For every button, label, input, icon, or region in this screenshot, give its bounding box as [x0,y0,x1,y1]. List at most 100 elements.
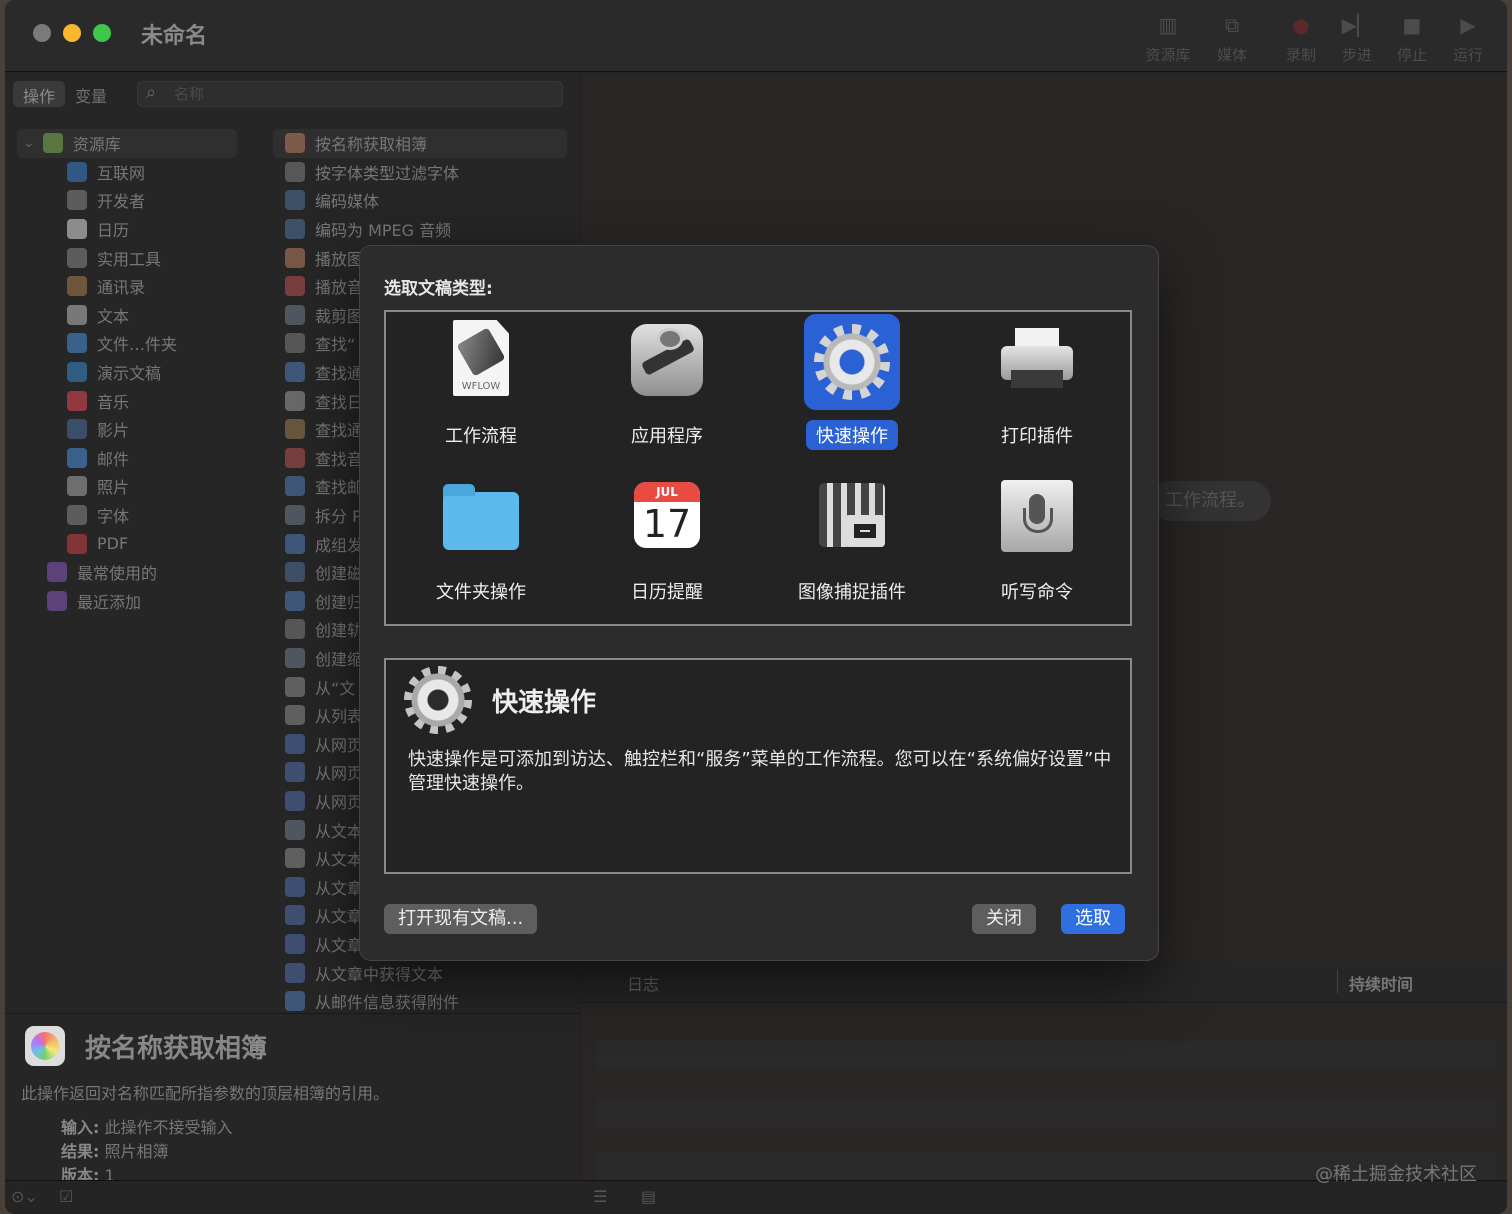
close-button[interactable]: 关闭 [972,904,1036,934]
action-item-label: 按名称获取相簿 [315,135,428,155]
choose-button[interactable]: 选取 [1061,904,1125,934]
action-item-label: 查找通 [315,364,364,384]
step-icon: ▶▏ [1341,13,1373,37]
split-view-icon[interactable]: ▤ [641,1187,656,1206]
action-item-label: 创建磁 [315,564,364,584]
type-label: 打印插件 [1001,426,1073,447]
minimize-window-button[interactable] [63,24,81,42]
calendar-month: JUL [634,482,700,502]
type-label: 应用程序 [631,426,703,447]
library-item-label: 通讯录 [97,278,146,298]
mail-icon [67,447,87,468]
duration-column-header[interactable]: 持续时间 [1349,971,1413,995]
toolbar-library-button[interactable]: ▥ 资源库 [1140,10,1196,65]
library-item[interactable]: 开发者 [17,186,237,215]
action-item[interactable]: 按字体类型过滤字体 [273,158,567,187]
library-item[interactable]: 影片 [17,415,237,444]
action-icon [285,533,305,554]
description-text: 此操作返回对名称匹配所指参数的顶层相簿的引用。 [21,1084,390,1103]
type-workflow[interactable]: WFLOW 工作流程 [388,314,574,450]
chevron-down-icon[interactable]: ⌄ [23,135,35,151]
action-item[interactable]: 编码媒体 [273,186,567,215]
type-calendar-alarm[interactable]: JUL 17 日历提醒 [574,470,760,606]
more-options-icon[interactable]: ⊙⌄ [11,1187,38,1206]
action-item[interactable]: 从文章中获得文本 [273,958,567,987]
toolbar-stop-button[interactable]: ■ 停止 [1384,10,1440,65]
action-item-label: 从文章 [315,878,364,898]
toolbar-record-label: 录制 [1285,46,1316,64]
microphone-icon [989,470,1085,566]
tools-icon [67,247,87,268]
action-icon [285,790,305,811]
action-icon [285,133,305,154]
library-item-label: 开发者 [97,192,146,212]
library-item-label: 文件…件夹 [97,335,178,355]
action-icon [285,562,305,583]
search-icon: ⌕ [146,82,157,103]
open-existing-document-button[interactable]: 打开现有文稿... [384,904,538,934]
search-input[interactable] [174,84,554,104]
action-item-label: 播放图 [315,249,364,269]
close-window-button[interactable] [33,24,51,42]
toolbar-run-button[interactable]: ▶ 运行 [1440,10,1496,65]
action-icon [285,362,305,383]
library-item[interactable]: 字体 [17,501,237,530]
library-item[interactable]: 互联网 [17,158,237,187]
action-item-label: 查找邮 [315,478,364,498]
type-print-plugin[interactable]: 打印插件 [944,314,1130,450]
library-item[interactable]: 音乐 [17,386,237,415]
stop-icon: ■ [1402,13,1422,37]
library-list: ⌄ 资源库互联网开发者日历 实用工具通讯录文本文件…件夹演示文稿 音乐 影片 邮件 照片 字体… [17,129,237,615]
action-item-label: 从文章中获得文本 [315,964,444,984]
action-item-label: 查找通 [315,421,364,441]
action-icon [285,848,305,869]
type-folder-action[interactable]: 文件夹操作 [388,470,574,606]
library-item[interactable]: PDF [17,529,237,558]
library-item[interactable]: 照片 [17,472,237,501]
action-icon [285,476,305,497]
action-item-label: 创建缩 [315,649,364,669]
toolbar-stop-label: 停止 [1396,46,1427,64]
type-dictation-command[interactable]: 听写命令 [944,470,1130,606]
action-icon [285,733,305,754]
library-item[interactable]: 日历 [17,215,237,244]
library-item[interactable]: 通讯录 [17,272,237,301]
library-item[interactable]: ⌄ 资源库 [17,129,237,158]
zoom-window-button[interactable] [93,24,111,42]
sidebar-icon: ▥ [1158,13,1178,37]
action-icon [285,876,305,897]
workflow-doc-icon: WFLOW [433,314,529,410]
tab-variables[interactable]: 变量 [65,81,117,107]
action-icon [285,333,305,354]
toolbar-record-button[interactable]: ● 录制 [1273,10,1329,65]
toolbar-media-button[interactable]: ⧉ 媒体 [1204,10,1260,65]
log-column-header[interactable]: 日志 [627,971,659,995]
titlebar: 未命名 ▥ 资源库 ⧉ 媒体 ● 录制 ▶▏ 步进 ■ 停止 ▶ 运行 [5,0,1507,72]
library-item[interactable]: 演示文稿 [17,358,237,387]
library-item[interactable]: 最近添加 [17,587,237,616]
library-item-label: 日历 [97,221,130,241]
library-item[interactable]: 文本 [17,301,237,330]
library-item[interactable]: 文件…件夹 [17,329,237,358]
action-item-label: 从网页 [315,792,364,812]
type-image-capture-plugin[interactable]: 图像捕捉插件 [759,470,945,606]
type-label: 文件夹操作 [436,582,526,603]
library-item[interactable]: 实用工具 [17,243,237,272]
library-item[interactable]: 最常使用的 [17,558,237,587]
library-item-label: 互联网 [97,163,146,183]
info-title: 快速操作 [492,688,597,718]
toolbar-step-button[interactable]: ▶▏ 步进 [1329,10,1385,65]
library-item-label: 最近添加 [77,592,142,612]
action-item[interactable]: 按名称获取相簿 [273,129,567,158]
list-view-icon[interactable]: ☰ [593,1187,607,1206]
description-toggle-icon[interactable]: ☑ [59,1187,73,1206]
action-item-label: 创建归 [315,592,364,612]
type-quick-action[interactable]: 快速操作 [759,314,945,450]
pdf-icon [67,533,87,554]
log-header: 日志 持续时间 [581,961,1507,1003]
action-item[interactable]: 从邮件信息获得附件 [273,987,567,1016]
library-item[interactable]: 邮件 [17,444,237,473]
tab-actions[interactable]: 操作 [13,81,66,107]
action-item[interactable]: 编码为 MPEG 音频 [273,215,567,244]
type-application[interactable]: 应用程序 [574,314,760,450]
